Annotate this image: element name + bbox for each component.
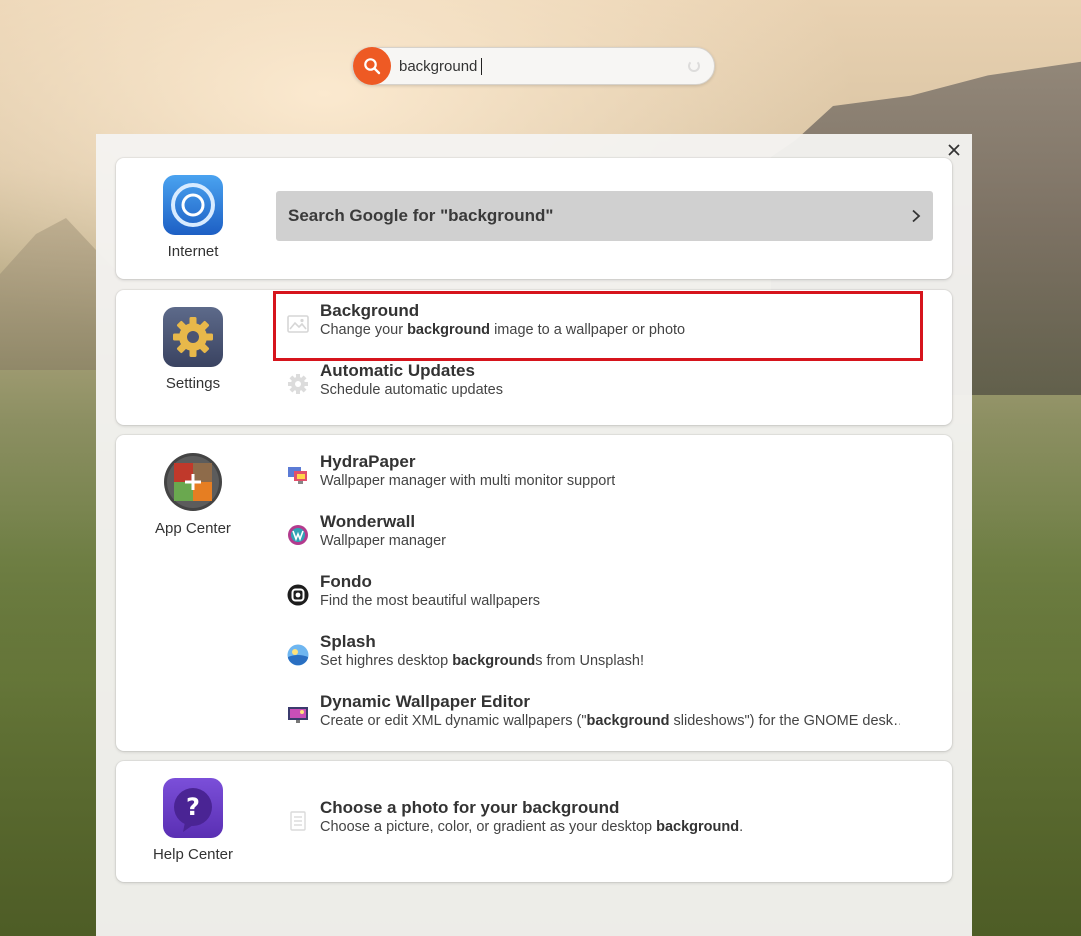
- help-center-app[interactable]: ? Help Center: [116, 761, 270, 863]
- browser-icon: [163, 175, 223, 235]
- result-description: Schedule automatic updates: [320, 382, 503, 398]
- result-title: Fondo: [320, 572, 372, 591]
- result-choose-photo[interactable]: Choose a photo for your background Choos…: [286, 797, 743, 845]
- search-input[interactable]: [399, 48, 689, 84]
- chevron-right-icon: [912, 209, 921, 223]
- text-caret: [481, 58, 482, 75]
- close-icon: [948, 144, 960, 156]
- result-automatic-updates[interactable]: Automatic Updates Schedule automatic upd…: [286, 360, 503, 408]
- settings-gear-app-icon: [163, 307, 223, 367]
- result-description: Find the most beautiful wallpapers: [320, 593, 541, 609]
- result-hydrapaper[interactable]: HydraPaper Wallpaper manager with multi …: [286, 451, 615, 499]
- result-title: Wonderwall: [320, 512, 416, 531]
- result-description: Create or edit XML dynamic wallpapers ("…: [320, 713, 900, 729]
- help-center-results-card: ? Help Center Choose a photo for your ba…: [116, 761, 952, 882]
- settings-results-card: Settings Background Change your backgrou…: [116, 290, 952, 425]
- result-splash[interactable]: Splash Set highres desktop backgrounds f…: [286, 631, 644, 679]
- result-title: Choose a photo for your background: [320, 798, 620, 817]
- document-icon: [286, 809, 310, 833]
- loading-spinner-icon: [688, 60, 700, 72]
- result-description: Change your background image to a wallpa…: [320, 322, 686, 338]
- search-icon: [353, 47, 391, 85]
- internet-app[interactable]: Internet: [116, 158, 270, 260]
- svg-text:?: ?: [186, 793, 200, 821]
- result-title: HydraPaper: [320, 452, 416, 471]
- gear-icon: [286, 372, 310, 396]
- result-title: Automatic Updates: [320, 361, 475, 380]
- result-title: Dynamic Wallpaper Editor: [320, 692, 531, 711]
- dynamic-wallpaper-editor-icon: [286, 703, 310, 727]
- result-title: Background: [320, 301, 420, 320]
- wonderwall-icon: [286, 523, 310, 547]
- image-placeholder-icon: [286, 312, 310, 336]
- search-bar[interactable]: [352, 47, 715, 85]
- result-dynamic-wallpaper-editor[interactable]: Dynamic Wallpaper Editor Create or edit …: [286, 691, 900, 739]
- result-fondo[interactable]: Fondo Find the most beautiful wallpapers: [286, 571, 540, 619]
- settings-app[interactable]: Settings: [116, 290, 270, 392]
- result-wonderwall[interactable]: Wonderwall Wallpaper manager: [286, 511, 446, 559]
- help-center-icon: ?: [163, 778, 223, 838]
- result-background[interactable]: Background Change your background image …: [286, 300, 685, 348]
- settings-app-label: Settings: [165, 375, 221, 392]
- app-center-app-label: App Center: [155, 520, 231, 537]
- result-description: Wallpaper manager with multi monitor sup…: [320, 473, 616, 489]
- search-google-label: Search Google for "background": [288, 206, 554, 225]
- close-button[interactable]: [944, 140, 964, 160]
- app-center-icon: [164, 453, 222, 511]
- result-title: Splash: [320, 632, 376, 651]
- fondo-icon: [286, 583, 310, 607]
- result-description: Set highres desktop backgrounds from Uns…: [320, 653, 644, 669]
- help-center-app-label: Help Center: [152, 846, 234, 863]
- app-center-results-card: App Center HydraPaper Wallpaper manager …: [116, 435, 952, 751]
- result-description: Wallpaper manager: [320, 533, 446, 549]
- hydrapaper-icon: [286, 463, 310, 487]
- internet-app-label: Internet: [167, 243, 219, 260]
- internet-results-card: Internet Search Google for "background": [116, 158, 952, 279]
- splash-icon: [286, 643, 310, 667]
- search-google-button[interactable]: Search Google for "background": [276, 191, 933, 241]
- search-results-panel: Internet Search Google for "background": [96, 134, 972, 936]
- result-description: Choose a picture, color, or gradient as …: [320, 819, 744, 835]
- app-center-app[interactable]: App Center: [116, 435, 270, 537]
